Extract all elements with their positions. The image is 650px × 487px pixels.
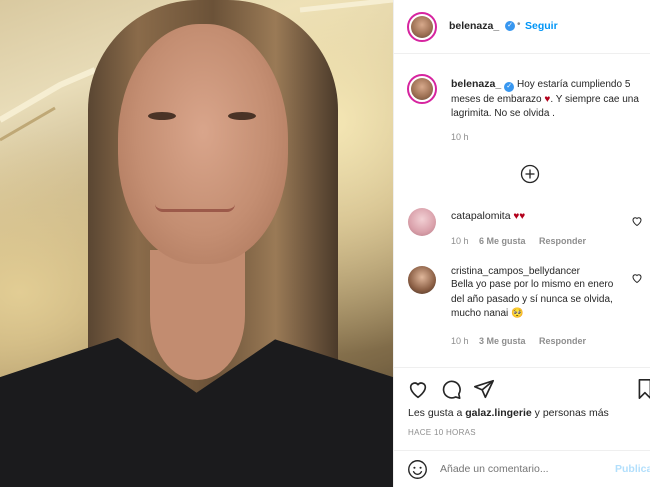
- post-timestamp: HACE 10 HORAS: [408, 428, 476, 437]
- separator-dot: •: [517, 19, 521, 30]
- post-photo[interactable]: [0, 0, 393, 487]
- emoji-smiley-icon[interactable]: [407, 459, 428, 480]
- post-side-panel: belenaza_ ✓ • Seguir belenaza_ ✓ Hoy esta…: [393, 0, 650, 487]
- save-bookmark-icon[interactable]: [637, 378, 650, 400]
- comment-input[interactable]: [440, 460, 600, 478]
- likes-user[interactable]: galaz.lingerie: [465, 407, 532, 419]
- like-comment-heart-icon[interactable]: [631, 215, 643, 227]
- comment-bubble-icon[interactable]: [440, 378, 462, 400]
- comment-avatar[interactable]: [408, 208, 436, 236]
- comment-avatar[interactable]: [408, 266, 436, 294]
- comment-text: Bella yo pase por lo mismo en enero del …: [451, 279, 614, 319]
- share-paper-plane-icon[interactable]: [473, 378, 495, 400]
- comment-item: catapalomita ♥♥: [451, 209, 525, 225]
- post-header: belenaza_ ✓ • Seguir: [394, 0, 650, 54]
- comment-username[interactable]: catapalomita: [451, 210, 511, 222]
- likes-suffix: y personas más: [534, 407, 609, 419]
- load-more-comments-icon[interactable]: [520, 164, 540, 184]
- photo-neck: [150, 250, 245, 380]
- post-caption: belenaza_ ✓ Hoy estaría cumpliendo 5 mese…: [451, 77, 641, 122]
- comment-likes[interactable]: 6 Me gusta: [479, 236, 526, 246]
- comment-composer: Publicar: [394, 450, 650, 487]
- reply-button[interactable]: Responder: [539, 236, 586, 246]
- caption-author-avatar[interactable]: [407, 74, 437, 104]
- author-avatar[interactable]: [407, 12, 437, 42]
- reply-button[interactable]: Responder: [539, 336, 586, 346]
- likes-prefix: Les gusta a: [408, 407, 463, 419]
- like-heart-icon[interactable]: [407, 378, 429, 400]
- follow-button[interactable]: Seguir: [525, 20, 558, 32]
- author-username[interactable]: belenaza_: [449, 20, 499, 32]
- comment-time: 10 h: [451, 336, 469, 346]
- comment-text: ♥♥: [513, 211, 526, 222]
- verified-badge-icon: ✓: [505, 21, 515, 31]
- likes-summary: Les gusta a galaz.lingerie y personas má…: [408, 407, 609, 419]
- caption-verified-icon: ✓: [504, 82, 515, 92]
- comment-time: 10 h: [451, 236, 469, 246]
- publish-button[interactable]: Publicar: [615, 463, 650, 475]
- comment-item: cristina_campos_bellydancer Bella yo pas…: [451, 266, 629, 322]
- photo-eye-right: [228, 112, 256, 120]
- photo-face: [118, 24, 288, 264]
- photo-eye-left: [148, 112, 176, 120]
- photo-mouth: [155, 204, 235, 212]
- comment-likes[interactable]: 3 Me gusta: [479, 336, 526, 346]
- caption-time: 10 h: [451, 132, 469, 142]
- comment-username[interactable]: cristina_campos_bellydancer: [451, 266, 629, 277]
- caption-username[interactable]: belenaza_: [451, 78, 501, 90]
- like-comment-heart-icon[interactable]: [631, 272, 643, 284]
